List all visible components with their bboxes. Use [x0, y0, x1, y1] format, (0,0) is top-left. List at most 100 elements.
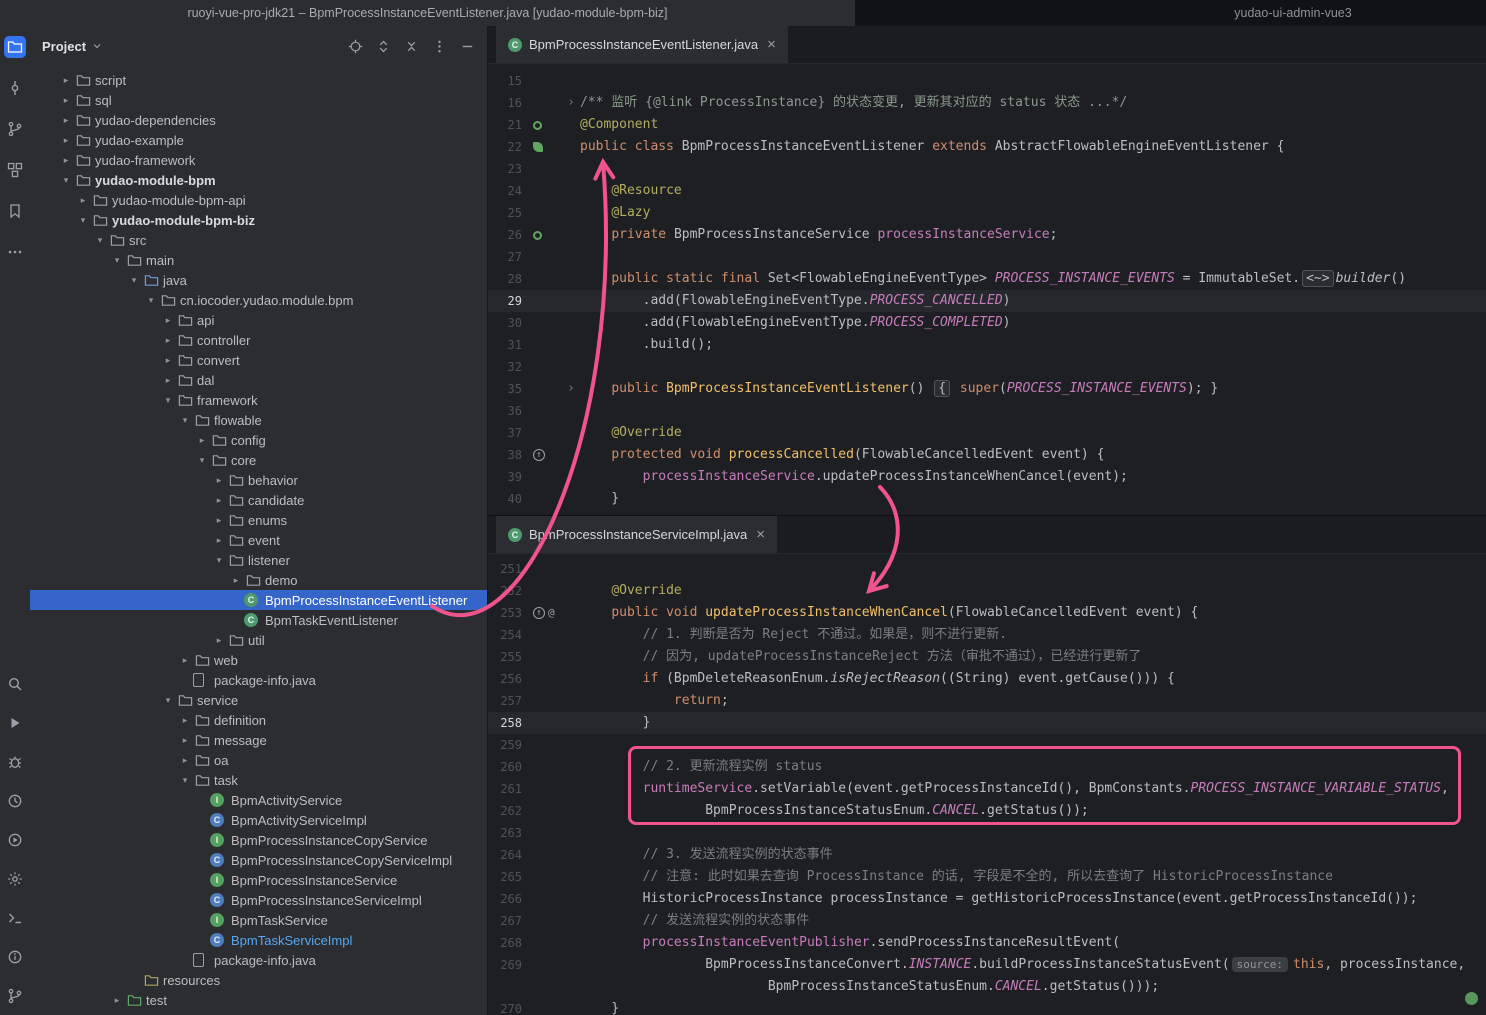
tree-item-controller[interactable]: ▸controller	[30, 330, 487, 350]
tree-item-package-info-java[interactable]: package-info.java	[30, 670, 487, 690]
fold-marker[interactable]: ›	[562, 92, 580, 114]
tree-item-bpmtaskserviceimpl[interactable]: CBpmTaskServiceImpl	[30, 930, 487, 950]
chevron-icon[interactable]: ▾	[160, 690, 176, 710]
tree-item-framework[interactable]: ▾framework	[30, 390, 487, 410]
tree-item-script[interactable]: ▸script	[30, 70, 487, 90]
tree-item-task[interactable]: ▾task	[30, 770, 487, 790]
code-editor-top[interactable]: 1516›/** 监听 {@link ProcessInstance} 的状态变…	[488, 64, 1486, 515]
tree-item-listener[interactable]: ▾listener	[30, 550, 487, 570]
spring-bean-gutter-icon[interactable]	[533, 231, 542, 240]
chevron-icon[interactable]: ▸	[58, 90, 74, 110]
spring-bean-gutter-icon[interactable]	[533, 142, 543, 152]
chevron-icon[interactable]: ▸	[228, 570, 244, 590]
tree-item-bpmprocessinstanceservice[interactable]: IBpmProcessInstanceService	[30, 870, 487, 890]
panel-options-button[interactable]	[432, 39, 447, 54]
tree-item-yudao-module-bpm-biz[interactable]: ▾yudao-module-bpm-biz	[30, 210, 487, 230]
chevron-icon[interactable]: ▾	[58, 170, 74, 190]
project-icon[interactable]	[4, 36, 26, 58]
tree-item-resources[interactable]: resources	[30, 970, 487, 990]
tree-item-util[interactable]: ▸util	[30, 630, 487, 650]
tab-bpm-process-instance-service-impl[interactable]: C BpmProcessInstanceServiceImpl.java ×	[496, 516, 777, 553]
tree-item-sql[interactable]: ▸sql	[30, 90, 487, 110]
commit-icon[interactable]	[4, 77, 26, 99]
chevron-icon[interactable]: ▾	[160, 390, 176, 410]
tree-item-yudao-dependencies[interactable]: ▸yudao-dependencies	[30, 110, 487, 130]
chevron-icon[interactable]: ▸	[75, 190, 91, 210]
git-icon[interactable]	[4, 985, 26, 1007]
close-icon[interactable]: ×	[767, 36, 776, 53]
tree-item-bpmtaskservice[interactable]: IBpmTaskService	[30, 910, 487, 930]
tree-item-enums[interactable]: ▸enums	[30, 510, 487, 530]
chevron-icon[interactable]: ▸	[211, 470, 227, 490]
close-icon[interactable]: ×	[756, 526, 765, 543]
chevron-icon[interactable]: ▾	[92, 230, 108, 250]
chevron-icon[interactable]: ▸	[58, 70, 74, 90]
tree-item-package-info-java[interactable]: package-info.java	[30, 950, 487, 970]
chevron-icon[interactable]: ▾	[143, 290, 159, 310]
services-icon[interactable]	[4, 829, 26, 851]
chevron-icon[interactable]: ▸	[160, 310, 176, 330]
tab-bpm-process-instance-event-listener[interactable]: C BpmProcessInstanceEventListener.java ×	[496, 26, 788, 63]
expand-all-button[interactable]	[376, 39, 391, 54]
tree-item-oa[interactable]: ▸oa	[30, 750, 487, 770]
tree-item-definition[interactable]: ▸definition	[30, 710, 487, 730]
chevron-icon[interactable]: ▾	[109, 250, 125, 270]
tree-item-bpmprocessinstanceeventlistener[interactable]: CBpmProcessInstanceEventListener	[30, 590, 487, 610]
tree-item-service[interactable]: ▾service	[30, 690, 487, 710]
chevron-icon[interactable]: ▾	[211, 550, 227, 570]
chevron-icon[interactable]: ▸	[177, 650, 193, 670]
fold-marker[interactable]: ›	[562, 378, 580, 400]
chevron-down-icon[interactable]	[91, 40, 103, 52]
collapse-all-button[interactable]	[404, 39, 419, 54]
tree-item-demo[interactable]: ▸demo	[30, 570, 487, 590]
more-icon[interactable]	[4, 241, 26, 263]
search-icon[interactable]	[4, 673, 26, 695]
tree-item-main[interactable]: ▾main	[30, 250, 487, 270]
chevron-icon[interactable]: ▾	[177, 770, 193, 790]
tree-item-web[interactable]: ▸web	[30, 650, 487, 670]
annotation-gutter-icon[interactable]: @	[548, 602, 555, 624]
tree-item-cn-iocoder-yudao-module-bpm[interactable]: ▾cn.iocoder.yudao.module.bpm	[30, 290, 487, 310]
tree-item-bpmprocessinstancecopyserviceimpl[interactable]: CBpmProcessInstanceCopyServiceImpl	[30, 850, 487, 870]
tree-item-yudao-module-bpm-api[interactable]: ▸yudao-module-bpm-api	[30, 190, 487, 210]
tree-item-message[interactable]: ▸message	[30, 730, 487, 750]
chevron-icon[interactable]: ▸	[58, 110, 74, 130]
override-gutter-icon[interactable]: ↑	[533, 449, 545, 461]
chevron-icon[interactable]: ▸	[177, 750, 193, 770]
project-panel-title[interactable]: Project	[42, 39, 86, 54]
pull-requests-icon[interactable]	[4, 118, 26, 140]
structure-icon[interactable]	[4, 159, 26, 181]
tree-item-bpmactivityserviceimpl[interactable]: CBpmActivityServiceImpl	[30, 810, 487, 830]
chevron-icon[interactable]: ▸	[211, 490, 227, 510]
tree-item-test[interactable]: ▸test	[30, 990, 487, 1010]
tree-item-src[interactable]: ▾src	[30, 230, 487, 250]
chevron-icon[interactable]: ▸	[211, 510, 227, 530]
project-tree[interactable]: ▸script▸sql▸yudao-dependencies▸yudao-exa…	[30, 66, 487, 1015]
tree-item-convert[interactable]: ▸convert	[30, 350, 487, 370]
hide-panel-button[interactable]	[460, 39, 475, 54]
tree-item-yudao-module-bpm[interactable]: ▾yudao-module-bpm	[30, 170, 487, 190]
override-gutter-icon[interactable]: ↑	[533, 607, 545, 619]
tree-item-bpmactivityservice[interactable]: IBpmActivityService	[30, 790, 487, 810]
chevron-icon[interactable]: ▸	[211, 630, 227, 650]
profiler-icon[interactable]	[4, 790, 26, 812]
code-editor-bottom[interactable]: 251252 @Override253↑@ public void update…	[488, 554, 1486, 1015]
tree-item-yudao-framework[interactable]: ▸yudao-framework	[30, 150, 487, 170]
tree-item-flowable[interactable]: ▾flowable	[30, 410, 487, 430]
terminal-icon[interactable]	[4, 907, 26, 929]
chevron-icon[interactable]: ▸	[160, 370, 176, 390]
background-window-title[interactable]: yudao-ui-admin-vue3	[855, 0, 1486, 26]
tree-item-core[interactable]: ▾core	[30, 450, 487, 470]
tree-item-bpmtaskeventlistener[interactable]: CBpmTaskEventListener	[30, 610, 487, 630]
tree-item-yudao-example[interactable]: ▸yudao-example	[30, 130, 487, 150]
chevron-icon[interactable]: ▸	[160, 330, 176, 350]
chevron-icon[interactable]: ▾	[177, 410, 193, 430]
chevron-icon[interactable]: ▸	[160, 350, 176, 370]
tree-item-bpmprocessinstanceserviceimpl[interactable]: CBpmProcessInstanceServiceImpl	[30, 890, 487, 910]
debug-icon[interactable]	[4, 751, 26, 773]
tree-item-config[interactable]: ▸config	[30, 430, 487, 450]
tree-item-behavior[interactable]: ▸behavior	[30, 470, 487, 490]
chevron-icon[interactable]: ▾	[126, 270, 142, 290]
chevron-icon[interactable]: ▸	[177, 710, 193, 730]
tree-item-event[interactable]: ▸event	[30, 530, 487, 550]
